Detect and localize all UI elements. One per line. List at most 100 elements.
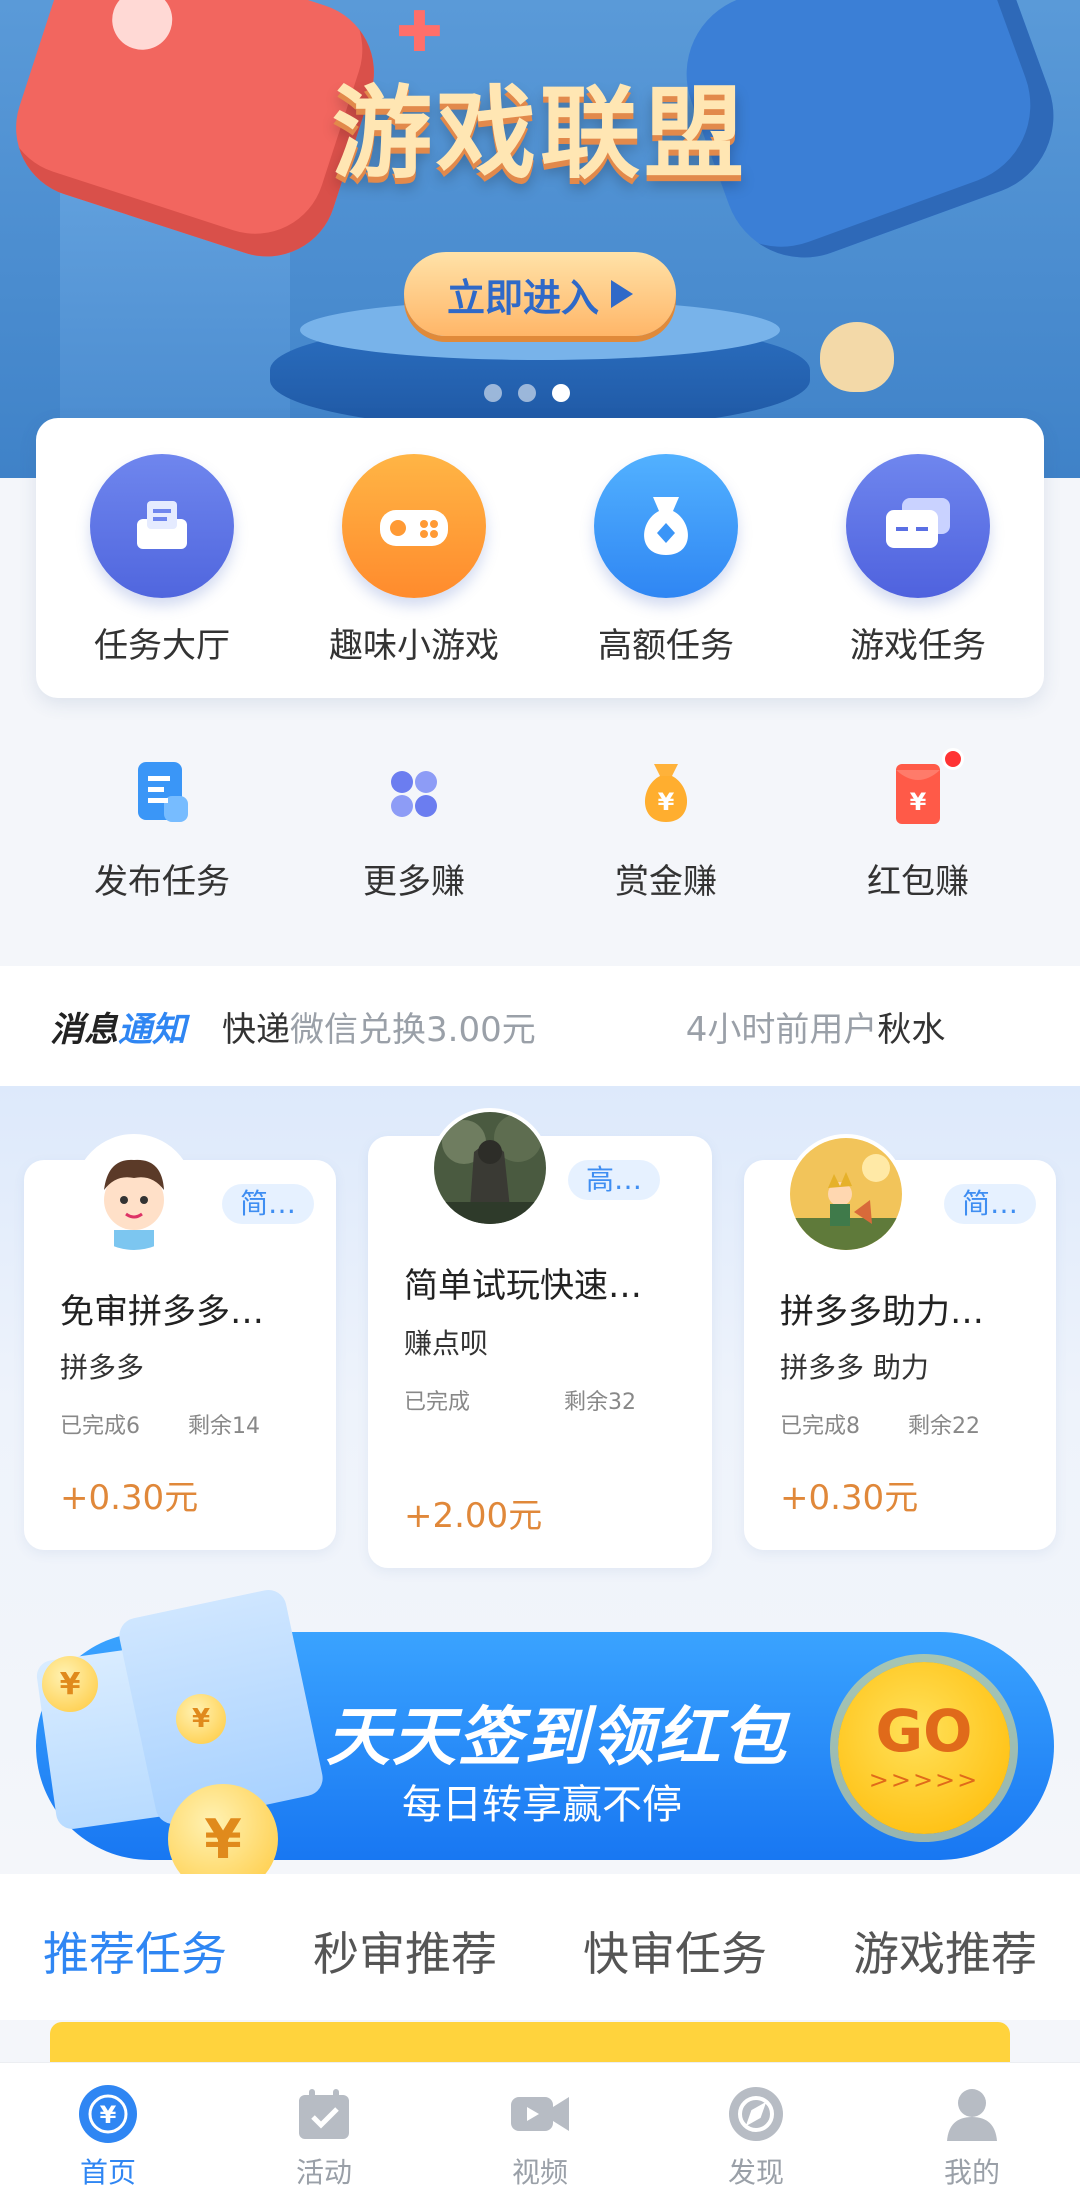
carousel-dot[interactable]: [484, 384, 502, 402]
task-price: +0.30元: [60, 1478, 199, 1518]
play-arrow-icon: [611, 280, 633, 308]
grid-label: 高额任务: [598, 626, 734, 666]
svg-text:¥: ¥: [100, 2101, 117, 2129]
task-avatar: [74, 1134, 194, 1254]
yuan-bag-icon: ¥: [628, 756, 704, 832]
nav-video[interactable]: 视频: [470, 2083, 610, 2191]
top-banner[interactable]: ✚ 游戏联盟 立即进入: [0, 0, 1080, 478]
tab-game-recommend[interactable]: 游戏推荐: [853, 1918, 1037, 2020]
sec-label: 更多赚: [363, 862, 465, 902]
yuan-coin-icon: ¥: [176, 1694, 226, 1744]
nav-label: 活动: [295, 2156, 352, 2189]
task-completed: 已完成6: [60, 1414, 140, 1439]
notice-text: 秋水: [877, 1009, 946, 1050]
go-arrows: >>>>>: [868, 1766, 980, 1794]
grid-item-task-hall[interactable]: 任务大厅: [52, 454, 272, 667]
stage-decoration: [270, 300, 810, 430]
grid-label: 趣味小游戏: [329, 626, 499, 666]
tab-recommended[interactable]: 推荐任务: [43, 1918, 227, 2020]
svg-text:¥: ¥: [658, 788, 675, 816]
enter-now-label: 立即进入: [446, 275, 599, 320]
nav-me[interactable]: 我的: [902, 2083, 1042, 2191]
task-badge: 高…: [568, 1160, 661, 1200]
grid-label: 任务大厅: [94, 626, 230, 666]
sec-item-red-packet-earn[interactable]: ¥ 红包赚: [808, 748, 1028, 936]
task-badge: 简…: [944, 1184, 1037, 1224]
carousel-dot[interactable]: [518, 384, 536, 402]
checkin-title: 天天签到领红包: [326, 1701, 788, 1775]
task-card[interactable]: 简… 免审拼多多… 拼多多 已完成6 剩余14 +0.30元: [24, 1134, 336, 1550]
money-bag-icon: [594, 454, 738, 598]
nav-label: 首页: [79, 2156, 136, 2189]
task-completed: 已完成8: [780, 1414, 860, 1439]
list-item-peek[interactable]: [50, 2022, 1010, 2062]
nav-label: 视频: [511, 2156, 568, 2189]
sec-label: 发布任务: [94, 862, 230, 902]
task-remaining: 剩余14: [188, 1414, 260, 1439]
task-title: 简单试玩快速…: [404, 1266, 642, 1306]
task-title: 拼多多助力…: [780, 1292, 984, 1332]
task-tabs: 推荐任务 秒审推荐 快审任务 游戏推荐: [0, 1874, 1080, 2020]
task-card[interactable]: 高… 简单试玩快速… 赚点呗 已完成 剩余32 +2.00元: [368, 1108, 712, 1568]
game-controller-icon: [342, 454, 486, 598]
notice-text: 微信兑换3.00元: [290, 1009, 536, 1050]
notice-tag: 消息通知: [50, 1002, 186, 1051]
task-price: +0.30元: [780, 1478, 919, 1518]
bottom-navigation: ¥ 首页 活动 视频 发现 我的: [0, 2062, 1080, 2200]
svg-text:¥: ¥: [910, 788, 927, 816]
red-envelope-icon: ¥: [880, 748, 964, 832]
calendar-check-icon: [293, 2083, 355, 2145]
plus-decoration: ✚: [396, 0, 443, 65]
notice-bar[interactable]: 消息通知 快递微信兑换3.00元 4小时前用户秋水: [0, 966, 1080, 1086]
sec-item-bounty-earn[interactable]: ¥ 赏金赚: [556, 756, 776, 936]
notification-dot: [942, 748, 964, 770]
nav-home[interactable]: ¥ 首页: [38, 2083, 178, 2191]
nav-label: 发现: [727, 2156, 784, 2189]
user-icon: [941, 2083, 1003, 2145]
task-completed: 已完成: [404, 1390, 471, 1415]
inbox-tray-icon: [90, 454, 234, 598]
grid-label: 游戏任务: [850, 626, 986, 666]
gamepad-chat-icon: [846, 454, 990, 598]
grid-item-game-tasks[interactable]: 游戏任务: [808, 454, 1028, 667]
task-card[interactable]: 简… 拼多多助力… 拼多多 助力 已完成8 剩余22 +0.30元: [744, 1134, 1056, 1550]
banner-title: 游戏联盟: [332, 75, 748, 192]
checkin-subtitle: 每日转享赢不停: [402, 1782, 682, 1828]
nav-discover[interactable]: 发现: [686, 2083, 826, 2191]
compass-icon: [725, 2083, 787, 2145]
video-camera-icon: [509, 2083, 571, 2145]
home-yuan-icon: ¥: [77, 2083, 139, 2145]
notice-marquee: 快递微信兑换3.00元 4小时前用户秋水: [222, 1002, 1002, 1051]
nav-label: 我的: [943, 2156, 1000, 2189]
main-feature-grid: 任务大厅 趣味小游戏 高额任务 游戏任务: [36, 418, 1044, 698]
carousel-dot-active[interactable]: [552, 384, 570, 402]
secondary-feature-row: 发布任务 更多赚 ¥ 赏金赚 ¥ 红包赚: [36, 748, 1044, 936]
task-avatar: [430, 1108, 550, 1228]
go-button[interactable]: GO >>>>>: [838, 1662, 1010, 1834]
sec-label: 红包赚: [867, 862, 969, 902]
tab-fast-review[interactable]: 快审任务: [583, 1918, 767, 2020]
tab-instant-review[interactable]: 秒审推荐: [313, 1918, 497, 2020]
enter-now-button[interactable]: 立即进入: [404, 252, 676, 336]
sec-item-more-earn[interactable]: 更多赚: [304, 756, 524, 936]
task-remaining: 剩余22: [908, 1414, 980, 1439]
grid-item-high-reward[interactable]: 高额任务: [556, 454, 776, 667]
document-icon: [124, 756, 200, 832]
task-avatar: [786, 1134, 906, 1254]
task-subtitle: 赚点呗: [404, 1327, 489, 1360]
task-badge: 简…: [222, 1184, 315, 1224]
nav-activity[interactable]: 活动: [254, 2083, 394, 2191]
four-dots-icon: [376, 756, 452, 832]
carousel-dots: [484, 384, 570, 402]
sec-item-publish-task[interactable]: 发布任务: [52, 756, 272, 936]
notice-text: 快递: [222, 1009, 290, 1050]
grid-item-fun-games[interactable]: 趣味小游戏: [304, 454, 524, 667]
task-remaining: 剩余32: [564, 1390, 636, 1415]
notice-tag-part1: 消息: [50, 1009, 118, 1050]
notice-tag-part2: 通知: [118, 1009, 186, 1050]
go-label: GO: [875, 1697, 973, 1765]
egg-character-decoration: [820, 322, 894, 392]
task-subtitle: 拼多多 助力: [780, 1351, 929, 1384]
task-title: 免审拼多多…: [60, 1292, 264, 1332]
daily-checkin-banner[interactable]: ¥ ¥ ¥ 天天签到领红包 每日转享赢不停 GO >>>>>: [34, 1586, 1054, 1894]
